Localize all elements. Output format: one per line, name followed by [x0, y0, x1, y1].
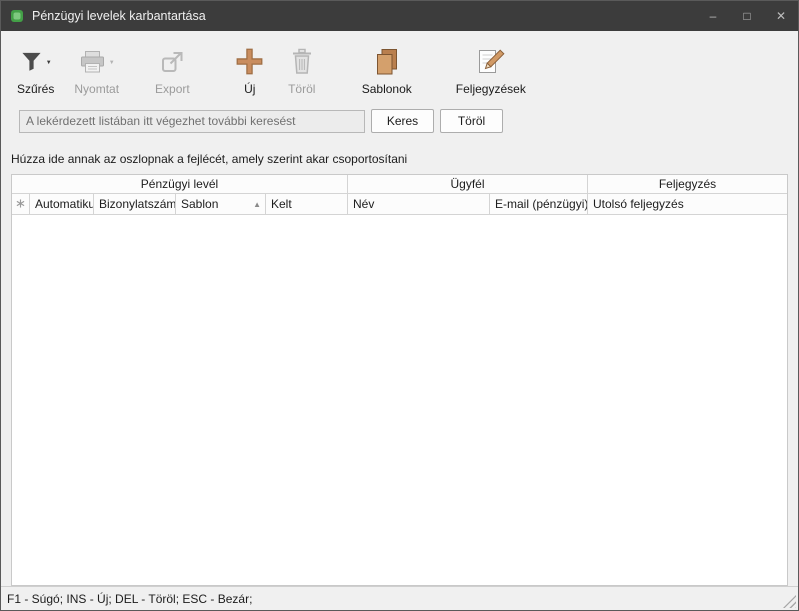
templates-button[interactable]: Sablonok: [352, 34, 422, 101]
templates-icon: [372, 47, 402, 80]
column-header-email[interactable]: E-mail (pénzügyi): [490, 194, 588, 215]
chevron-down-icon: ▼: [46, 60, 52, 66]
minimize-button[interactable]: –: [696, 1, 730, 31]
delete-button[interactable]: Töröl: [276, 34, 328, 101]
app-window: Pénzügyi levelek karbantartása – □ ✕ ▼ S…: [0, 0, 799, 611]
funnel-icon: [20, 50, 43, 76]
status-bar: F1 - Súgó; INS - Új; DEL - Töröl; ESC - …: [1, 586, 798, 610]
plus-icon: [234, 46, 265, 80]
column-header-sablon[interactable]: Sablon ▲: [176, 194, 266, 215]
band-feljegyzes[interactable]: Feljegyzés: [588, 175, 787, 194]
sort-ascending-icon: ▲: [253, 200, 261, 209]
export-button[interactable]: Export: [145, 34, 200, 101]
titlebar: Pénzügyi levelek karbantartása – □ ✕: [1, 1, 798, 31]
close-button[interactable]: ✕: [764, 1, 798, 31]
grid-body-empty: [12, 215, 787, 585]
new-button[interactable]: Új: [224, 34, 276, 101]
data-grid: Pénzügyi levél Ügyfél Feljegyzés Automat…: [11, 174, 788, 586]
app-logo-icon: [10, 9, 24, 23]
notes-button[interactable]: Feljegyzések: [446, 34, 536, 101]
column-header-row: Automatikus Bizonylatszám Sablon ▲ Kelt …: [12, 194, 787, 215]
clear-search-button[interactable]: Töröl: [440, 109, 503, 133]
band-header-row: Pénzügyi levél Ügyfél Feljegyzés: [12, 175, 787, 194]
print-button[interactable]: ▼ Nyomtat: [64, 34, 129, 101]
window-controls: – □ ✕: [696, 1, 798, 31]
toolbar: ▼ Szűrés ▼ Nyomtat: [1, 31, 798, 103]
notes-icon: [476, 48, 506, 79]
filter-button[interactable]: ▼ Szűrés: [7, 34, 64, 101]
search-button[interactable]: Keres: [371, 109, 434, 133]
trash-icon: [290, 48, 314, 78]
resize-grip[interactable]: [783, 595, 796, 608]
window-title: Pénzügyi levelek karbantartása: [32, 9, 206, 23]
row-indicator-header: [12, 194, 30, 215]
printer-icon: [79, 50, 106, 77]
row-indicator-icon: [16, 197, 25, 211]
column-header-kelt[interactable]: Kelt: [266, 194, 348, 215]
column-header-nev[interactable]: Név: [348, 194, 490, 215]
band-penzugyi-level[interactable]: Pénzügyi levél: [12, 175, 348, 194]
search-row: Keres Töröl: [1, 103, 798, 139]
maximize-button[interactable]: □: [730, 1, 764, 31]
status-bar-text: F1 - Súgó; INS - Új; DEL - Töröl; ESC - …: [7, 592, 252, 606]
export-icon: [160, 50, 184, 77]
group-by-hint: Húzza ide annak az oszlopnak a fejlécét,…: [11, 152, 788, 166]
band-ugyfel[interactable]: Ügyfél: [348, 175, 588, 194]
column-header-automatikus[interactable]: Automatikus: [30, 194, 94, 215]
search-input[interactable]: [19, 110, 365, 133]
column-header-utolso-feljegyzes[interactable]: Utolsó feljegyzés: [588, 194, 787, 215]
chevron-down-icon: ▼: [109, 60, 115, 66]
column-header-bizonylatszam[interactable]: Bizonylatszám: [94, 194, 176, 215]
